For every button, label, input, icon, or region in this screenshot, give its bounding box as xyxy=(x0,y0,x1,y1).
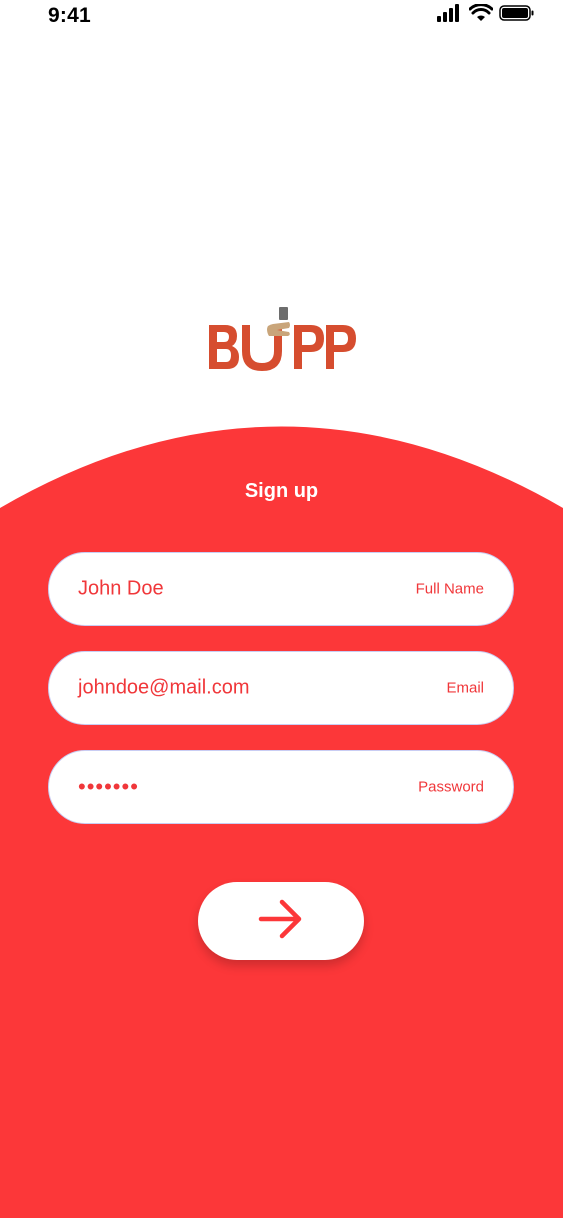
full-name-field[interactable]: John Doe Full Name xyxy=(48,552,514,626)
password-value: ••••••• xyxy=(78,774,139,799)
signal-icon xyxy=(437,4,463,27)
arrow-right-icon xyxy=(258,898,304,945)
battery-icon xyxy=(499,4,535,27)
email-label: Email xyxy=(446,679,484,697)
password-label: Password xyxy=(418,778,484,796)
status-time: 9:41 xyxy=(48,4,91,27)
wifi-icon xyxy=(468,3,494,27)
email-field[interactable]: johndoe@mail.com Email xyxy=(48,651,514,725)
password-field[interactable]: ••••••• Password xyxy=(48,750,514,824)
bupp-logo-icon xyxy=(205,305,360,375)
full-name-value: John Doe xyxy=(78,577,164,600)
signup-title: Sign up xyxy=(244,480,319,502)
email-value: johndoe@mail.com xyxy=(78,676,250,699)
status-icons xyxy=(437,3,535,27)
full-name-label: Full Name xyxy=(415,580,484,598)
status-bar: 9:41 xyxy=(0,0,563,34)
submit-button[interactable] xyxy=(198,882,364,960)
